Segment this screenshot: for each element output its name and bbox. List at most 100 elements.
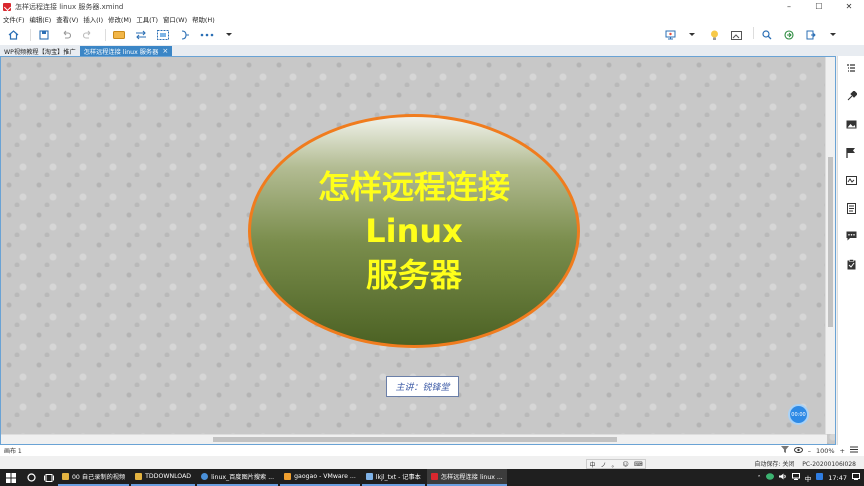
taskbar-item-xmind[interactable]: 怎样远程连接 linux ... <box>426 469 507 486</box>
comment-icon[interactable] <box>845 230 857 242</box>
image-view-icon[interactable] <box>727 27 745 43</box>
save-icon[interactable] <box>35 27 53 43</box>
vertical-scrollbar-thumb[interactable] <box>828 157 833 327</box>
right-side-panel <box>837 56 864 445</box>
subtopic-presenter[interactable]: 主讲：锐锋堂 <box>386 376 459 397</box>
tray-expand-icon[interactable]: ˄ <box>758 474 761 482</box>
share-icon[interactable] <box>780 27 798 43</box>
menu-help[interactable]: 帮助(H) <box>192 15 215 24</box>
recording-timer-badge[interactable]: 00:00 <box>788 404 809 425</box>
chevron-down-icon[interactable] <box>220 27 238 43</box>
toolbar-separator <box>753 27 754 39</box>
format-brush-icon[interactable] <box>845 90 857 102</box>
menu-window[interactable]: 窗口(W) <box>163 15 187 24</box>
menu-edit[interactable]: 编辑(E) <box>29 15 51 24</box>
menu-tools[interactable]: 工具(T) <box>136 15 158 24</box>
autosave-status: 自动保存: 关闭 PC-20200106I028 <box>754 459 856 468</box>
notes-icon[interactable] <box>845 202 857 214</box>
ime-keyboard[interactable]: ⌨ <box>634 461 643 468</box>
marker-flag-icon[interactable] <box>845 146 857 158</box>
zoom-controls: – 100% + <box>776 446 858 455</box>
ime-punct[interactable]: 。 <box>612 460 618 469</box>
menu-modify[interactable]: 修改(M) <box>108 15 131 24</box>
notification-icon[interactable] <box>852 473 860 482</box>
export-icon[interactable] <box>802 27 820 43</box>
taskbar-item-tddownload[interactable]: TDDOWNLOAD <box>131 469 196 486</box>
computer-name: PC-20200106I028 <box>802 461 856 468</box>
central-topic-line-1: 怎样远程连接 <box>317 168 510 206</box>
horizontal-scrollbar-thumb[interactable] <box>213 437 617 442</box>
redo-icon[interactable] <box>79 27 97 43</box>
volume-icon[interactable] <box>778 473 787 482</box>
relationship-icon[interactable] <box>132 27 150 43</box>
ime-lang[interactable]: 中 <box>590 460 596 469</box>
clock[interactable]: 17:47 <box>828 474 847 482</box>
topic-icon[interactable] <box>110 27 128 43</box>
image-icon[interactable] <box>845 118 857 130</box>
boundary-icon[interactable] <box>154 27 172 43</box>
taskbar-item-notepad[interactable]: lkjl_txt - 记事本 <box>361 469 425 486</box>
sticker-icon[interactable] <box>845 174 857 186</box>
menu-file[interactable]: 文件(F) <box>3 15 24 24</box>
zoom-level: 100% <box>815 446 835 455</box>
more-icon[interactable] <box>198 27 216 43</box>
toolbar-right <box>661 27 846 43</box>
taskbar-item-vmware[interactable]: gaogao - VMware ... <box>280 469 360 486</box>
mindmap-canvas[interactable]: 怎样远程连接 Linux 服务器 主讲：锐锋堂 00:00 <box>0 56 836 445</box>
zoom-in-button[interactable]: + <box>840 447 845 455</box>
task-view-icon[interactable] <box>40 469 58 486</box>
ime-emoji[interactable]: ☺ <box>623 461 629 468</box>
status-bar: 画布 1 – 100% + <box>0 445 864 456</box>
ime-mode[interactable]: ノ <box>601 460 607 469</box>
ime-s-icon[interactable] <box>816 473 824 482</box>
menu-bar: 文件(F) 编辑(E) 查看(V) 插入(I) 修改(M) 工具(T) 窗口(W… <box>0 13 864 25</box>
search-icon[interactable] <box>758 27 776 43</box>
tab-wp-video[interactable]: WP视频教程【淘宝】推广 <box>0 46 80 56</box>
maximize-button[interactable]: ☐ <box>804 0 834 13</box>
network-icon[interactable] <box>791 473 800 482</box>
summary-icon[interactable] <box>176 27 194 43</box>
present-icon[interactable] <box>661 27 679 43</box>
xmind-window: 怎样远程连接 linux 服务器.xmind – ☐ ✕ 文件(F) 编辑(E)… <box>0 0 864 486</box>
taskbar-item-folder-videos[interactable]: 00 自己录制的视频 <box>58 469 130 486</box>
horizontal-scrollbar[interactable] <box>1 434 827 444</box>
search-icon[interactable] <box>22 469 40 486</box>
tab-linux-server[interactable]: 怎样远程连接 linux 服务器 × <box>79 46 173 56</box>
taskbar-item-label: 怎样远程连接 linux ... <box>440 474 503 481</box>
eye-icon[interactable] <box>793 446 803 455</box>
tab-label: WP视频教程【淘宝】推广 <box>4 48 76 56</box>
chevron-down-icon[interactable] <box>824 27 842 43</box>
central-topic[interactable]: 怎样远程连接 Linux 服务器 <box>248 114 580 348</box>
chevron-down-icon[interactable] <box>683 27 701 43</box>
taskbar-item-label: linux_百度图片搜索 ... <box>211 474 275 481</box>
home-icon[interactable] <box>4 27 22 43</box>
zoom-out-button[interactable]: – <box>808 447 811 455</box>
tray-lang[interactable]: 中 <box>805 473 812 483</box>
toolbar <box>0 25 864 45</box>
menu-insert[interactable]: 插入(I) <box>83 15 103 24</box>
windows-start-icon[interactable] <box>0 469 22 486</box>
fit-map-icon[interactable] <box>850 446 858 455</box>
vertical-scrollbar[interactable] <box>825 57 835 434</box>
tab-close-icon[interactable]: × <box>162 47 168 55</box>
sheet-tab[interactable]: 画布 1 <box>4 446 22 455</box>
menu-view[interactable]: 查看(V) <box>56 15 78 24</box>
filter-icon[interactable] <box>780 446 789 455</box>
brainstorm-bulb-icon[interactable] <box>705 27 723 43</box>
xmind-icon <box>430 473 438 480</box>
central-topic-line-3: 服务器 <box>365 256 462 294</box>
document-tab-bar: WP视频教程【淘宝】推广 怎样远程连接 linux 服务器 × <box>0 45 864 56</box>
taskbar-item-browser[interactable]: linux_百度图片搜索 ... <box>197 469 279 486</box>
close-button[interactable]: ✕ <box>834 0 864 13</box>
undo-icon[interactable] <box>57 27 75 43</box>
wechat-icon[interactable] <box>765 473 774 482</box>
vmware-icon <box>284 473 292 480</box>
taskbar-item-label: TDDOWNLOAD <box>145 473 192 480</box>
system-tray: ˄ 中 17:47 <box>753 469 860 486</box>
tab-label: 怎样远程连接 linux 服务器 <box>83 48 159 56</box>
minimize-button[interactable]: – <box>774 0 804 13</box>
folder-icon <box>62 473 69 480</box>
outline-icon[interactable] <box>845 62 857 74</box>
task-clipboard-icon[interactable] <box>845 258 857 270</box>
folder-icon <box>135 473 143 480</box>
